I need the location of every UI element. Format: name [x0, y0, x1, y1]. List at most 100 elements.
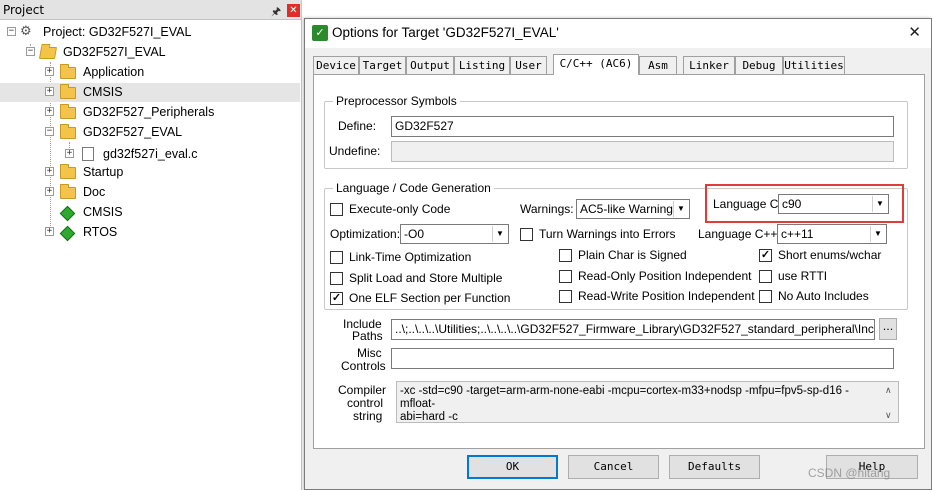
- project-icon: ⚙: [20, 24, 32, 39]
- target-icon: [38, 47, 58, 59]
- tree-item-label: GD32F527I_EVAL: [63, 45, 166, 59]
- tree-item-label: Application: [83, 65, 145, 79]
- folder-icon: [60, 164, 76, 179]
- warnings-select-value: AC5-like Warnings: [580, 202, 679, 216]
- defaults-button[interactable]: Defaults: [669, 455, 760, 479]
- folder-icon: [60, 184, 76, 199]
- collapse-icon[interactable]: −: [26, 47, 35, 56]
- tab-device[interactable]: Device: [313, 56, 359, 74]
- dialog-titlebar[interactable]: ✓ Options for Target 'GD32F527I_EVAL' ✕: [305, 19, 931, 48]
- tree-item-startup[interactable]: + Startup: [0, 163, 300, 182]
- expand-icon[interactable]: +: [45, 107, 54, 116]
- tab-c-cpp[interactable]: C/C++ (AC6): [553, 54, 639, 75]
- compiler-string-line-2: abi=hard -c: [400, 411, 458, 423]
- optimization-select[interactable]: -O0 ▼: [400, 224, 509, 244]
- watermark: CSDN @hitang: [808, 466, 891, 480]
- folder-icon: [60, 104, 76, 119]
- language-cpp-label: Language C++:: [698, 227, 781, 241]
- close-icon[interactable]: ✕: [287, 4, 300, 17]
- include-paths-input[interactable]: ..\;..\..\..\Utilities;..\..\..\..\GD32F…: [391, 319, 875, 340]
- tree-item-label: CMSIS: [83, 85, 123, 99]
- warnings-label: Warnings:: [520, 202, 574, 216]
- compiler-string-label: string: [353, 409, 383, 423]
- ok-button[interactable]: OK: [467, 455, 558, 479]
- tab-listing[interactable]: Listing: [454, 56, 510, 74]
- expand-icon[interactable]: +: [45, 67, 54, 76]
- include-paths-label: Paths: [352, 329, 383, 343]
- tree-item-label: RTOS: [83, 225, 118, 239]
- expand-icon[interactable]: +: [45, 227, 54, 236]
- language-cpp-select-value: c++11: [781, 227, 814, 241]
- tree-item-application[interactable]: + Application: [0, 63, 300, 82]
- expand-icon[interactable]: +: [45, 187, 54, 196]
- tab-linker[interactable]: Linker: [683, 56, 735, 74]
- misc-label: Misc: [357, 346, 382, 360]
- compiler-control-label: control: [347, 396, 384, 410]
- tab-asm[interactable]: Asm: [639, 56, 677, 74]
- include-browse-button[interactable]: ...: [879, 318, 897, 340]
- language-c-select-value: c90: [782, 197, 802, 211]
- tree-item-rtos[interactable]: + RTOS: [0, 223, 300, 242]
- project-pane-header: Project 🖈 ✕: [0, 0, 301, 20]
- expand-icon[interactable]: +: [45, 167, 54, 176]
- tree-item-label: Doc: [83, 185, 106, 199]
- tree-item-doc[interactable]: + Doc: [0, 183, 300, 202]
- component-icon: [59, 205, 76, 222]
- vertical-scrollbar[interactable]: ∧ ∨: [883, 383, 897, 421]
- compiler-label: Compiler: [338, 383, 387, 397]
- tab-debug[interactable]: Debug: [735, 56, 783, 74]
- tree-item-target[interactable]: − GD32F527I_EVAL: [0, 43, 300, 62]
- language-cpp-select[interactable]: c++11 ▼: [777, 224, 887, 244]
- expand-icon[interactable]: +: [65, 149, 74, 158]
- rw-pi-label: Read-Write Position Independent: [578, 289, 755, 303]
- tree-item-label: gd32f527i_eval.c: [103, 147, 198, 161]
- collapse-icon[interactable]: −: [7, 27, 16, 36]
- undefine-input[interactable]: [391, 141, 894, 162]
- collapse-icon[interactable]: −: [45, 127, 54, 136]
- tree-item-peripherals[interactable]: + GD32F527_Peripherals: [0, 103, 300, 122]
- preprocessor-group: Preprocessor Symbols Define: GD32F527 Un…: [324, 94, 908, 169]
- tab-target[interactable]: Target: [359, 56, 406, 74]
- optimization-label: Optimization:: [330, 227, 401, 241]
- misc-controls-input[interactable]: [391, 348, 894, 369]
- cancel-button[interactable]: Cancel: [568, 455, 659, 479]
- expand-icon[interactable]: +: [45, 87, 54, 96]
- tree-item-label: Startup: [83, 165, 124, 179]
- chevron-down-icon: ▼: [492, 226, 507, 242]
- use-rtti-label: use RTTI: [778, 269, 828, 283]
- lto-label: Link-Time Optimization: [349, 250, 472, 264]
- tree-item-eval[interactable]: − GD32F527_EVAL: [0, 123, 300, 142]
- tree-item-project[interactable]: − ⚙ Project: GD32F527I_EVAL: [0, 23, 300, 42]
- project-pane: Project 🖈 ✕ − ⚙ Project: GD32F527I_EVAL …: [0, 0, 302, 490]
- folder-icon: [60, 64, 76, 79]
- tab-output[interactable]: Output: [406, 56, 454, 74]
- chevron-up-icon[interactable]: ∧: [885, 384, 892, 397]
- component-icon: [59, 225, 76, 242]
- close-icon[interactable]: ✕: [908, 23, 921, 41]
- define-input[interactable]: GD32F527: [391, 116, 894, 137]
- ro-pi-label: Read-Only Position Independent: [578, 269, 752, 283]
- folder-open-icon: [60, 124, 76, 139]
- preprocessor-group-label: Preprocessor Symbols: [333, 94, 460, 108]
- warnings-select[interactable]: AC5-like Warnings ▼: [576, 199, 690, 219]
- project-pane-title: Project: [3, 3, 45, 17]
- compiler-string-line-1: -xc -std=c90 -target=arm-arm-none-eabi -…: [400, 385, 850, 410]
- tab-utilities[interactable]: Utilities: [783, 56, 845, 74]
- pin-icon[interactable]: 🖈: [271, 3, 281, 22]
- tree-item-label: Project: GD32F527I_EVAL: [43, 25, 192, 39]
- language-c-select[interactable]: c90 ▼: [778, 194, 889, 214]
- tree-item-cmsis[interactable]: + CMSIS: [0, 83, 300, 102]
- chevron-down-icon: ▼: [872, 196, 887, 212]
- chevron-down-icon[interactable]: ∨: [885, 409, 892, 422]
- tree-item-cmsis-component[interactable]: CMSIS: [0, 203, 300, 222]
- tab-panel-c-cpp: Preprocessor Symbols Define: GD32F527 Un…: [313, 74, 925, 449]
- dialog-title: Options for Target 'GD32F527I_EVAL': [332, 25, 559, 40]
- chevron-down-icon: ▼: [870, 226, 885, 242]
- tree-item-eval-file[interactable]: + gd32f527i_eval.c: [0, 145, 300, 164]
- tab-user[interactable]: User: [510, 56, 547, 74]
- short-enums-label: Short enums/wchar: [778, 248, 882, 262]
- tree-item-label: CMSIS: [83, 205, 123, 219]
- warnings-errors-label: Turn Warnings into Errors: [539, 227, 676, 241]
- keil-app-icon: ✓: [312, 25, 328, 41]
- language-group-label: Language / Code Generation: [333, 181, 494, 195]
